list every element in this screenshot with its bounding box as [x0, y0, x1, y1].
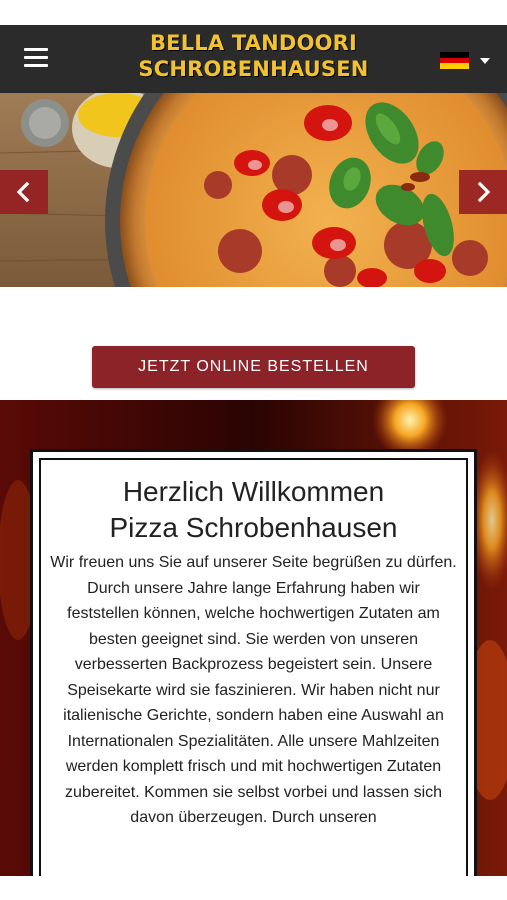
- welcome-card: Herzlich Willkommen Pizza Schrobenhausen…: [30, 449, 477, 889]
- hero-slider-image: [0, 93, 507, 287]
- order-online-button[interactable]: JETZT ONLINE BESTELLEN: [92, 346, 415, 388]
- language-selector[interactable]: [440, 50, 500, 70]
- germany-flag-icon: [440, 52, 469, 70]
- welcome-text: Wir freuen uns Sie auf unserer Seite beg…: [50, 554, 457, 826]
- chevron-right-icon: [477, 182, 491, 202]
- caret-down-icon: [480, 58, 490, 64]
- brand-logo[interactable]: BELLA TANDOORI SCHROBENHAUSEN: [100, 30, 407, 82]
- brand-line-2: SCHROBENHAUSEN: [138, 57, 369, 81]
- slider-prev-button[interactable]: [0, 170, 48, 214]
- bottom-margin: [0, 876, 507, 900]
- status-area: [0, 0, 507, 25]
- welcome-title: Herzlich Willkommen Pizza Schrobenhausen: [33, 474, 474, 546]
- header-bar: BELLA TANDOORI SCHROBENHAUSEN: [0, 25, 507, 93]
- welcome-title-line-2: Pizza Schrobenhausen: [109, 512, 398, 543]
- cta-section: JETZT ONLINE BESTELLEN: [0, 287, 507, 400]
- welcome-title-line-1: Herzlich Willkommen: [122, 476, 385, 507]
- chevron-left-icon: [16, 182, 30, 202]
- hamburger-icon[interactable]: [24, 48, 50, 68]
- brand-line-1: BELLA TANDOORI: [149, 31, 358, 55]
- slider-next-button[interactable]: [459, 170, 507, 214]
